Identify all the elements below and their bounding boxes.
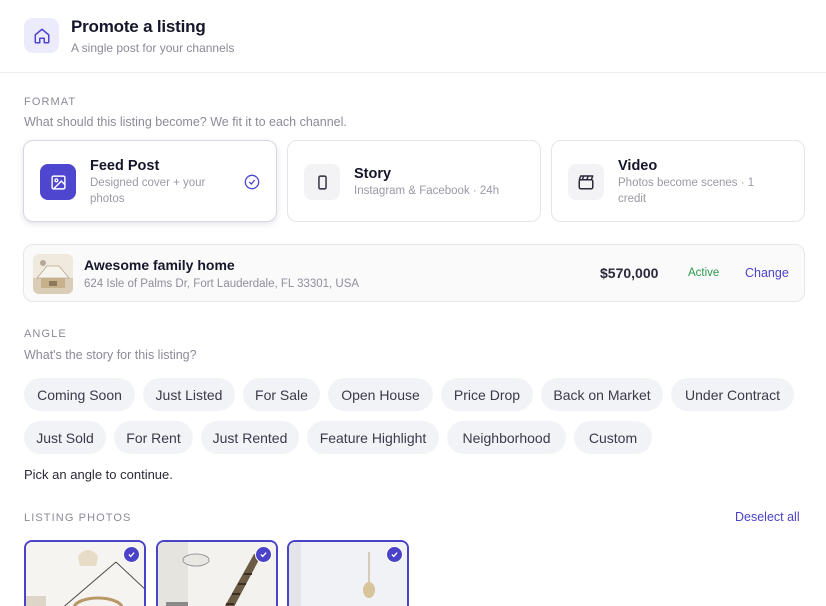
format-option-desc: Designed cover + your xyxy=(90,177,206,189)
check-icon xyxy=(255,546,272,563)
format-option-title: Video xyxy=(618,158,658,174)
format-option-video[interactable]: Video Photos become scenes · 1 credit xyxy=(551,140,805,222)
check-circle-icon xyxy=(244,174,260,195)
listing-address: 624 Isle of Palms Dr, Fort Lauderdale, F… xyxy=(84,278,360,290)
format-option-feed-post[interactable]: Feed Post Designed cover + your photos xyxy=(23,140,277,222)
angle-chip-just-listed[interactable]: Just Listed xyxy=(143,378,235,411)
deselect-all-button[interactable]: Deselect all xyxy=(735,510,800,524)
check-icon xyxy=(123,546,140,563)
listing-photo-3[interactable] xyxy=(287,540,409,606)
home-icon xyxy=(24,18,59,53)
angle-chip-open-house[interactable]: Open House xyxy=(328,378,433,411)
angle-hint: Pick an angle to continue. xyxy=(24,467,173,482)
format-option-story[interactable]: Story Instagram & Facebook · 24h xyxy=(287,140,541,222)
check-icon xyxy=(386,546,403,563)
clapperboard-icon xyxy=(568,164,604,200)
format-option-desc: Instagram & Facebook · 24h xyxy=(354,185,500,197)
dialog-subtitle: A single post for your channels xyxy=(71,41,235,55)
angle-chip-price-drop[interactable]: Price Drop xyxy=(441,378,533,411)
angle-section-help: What's the story for this listing? xyxy=(24,348,197,362)
angle-chip-for-sale[interactable]: For Sale xyxy=(243,378,320,411)
image-icon xyxy=(40,164,76,200)
phone-icon xyxy=(304,164,340,200)
angle-chip-neighborhood[interactable]: Neighborhood xyxy=(447,421,566,454)
format-option-desc-2: credit xyxy=(618,193,647,205)
format-option-desc: Photos become scenes · 1 xyxy=(618,177,755,189)
status-badge: Active xyxy=(688,267,720,279)
angle-chip-under-contract[interactable]: Under Contract xyxy=(671,378,794,411)
format-option-title: Feed Post xyxy=(90,158,160,174)
format-section-label: FORMAT xyxy=(24,96,77,108)
listing-thumbnail xyxy=(33,254,73,294)
change-listing-link[interactable]: Change xyxy=(745,266,789,280)
format-section-help: What should this listing become? We fit … xyxy=(24,115,347,129)
angle-section-label: ANGLE xyxy=(24,328,67,340)
angle-chip-just-rented[interactable]: Just Rented xyxy=(201,421,299,454)
angle-chip-custom[interactable]: Custom xyxy=(574,421,652,454)
angle-chip-for-rent[interactable]: For Rent xyxy=(114,421,193,454)
photos-section-label: LISTING PHOTOS xyxy=(24,512,132,524)
listing-card: Awesome family home 624 Isle of Palms Dr… xyxy=(23,244,805,302)
format-option-title: Story xyxy=(354,166,392,182)
format-option-desc-2: photos xyxy=(90,193,125,205)
angle-chip-feature-highlight[interactable]: Feature Highlight xyxy=(307,421,439,454)
listing-photo-1[interactable] xyxy=(24,540,146,606)
dialog-title: Promote a listing xyxy=(71,17,206,36)
angle-chip-just-sold[interactable]: Just Sold xyxy=(24,421,106,454)
dialog-header: Promote a listing A single post for your… xyxy=(0,0,826,73)
listing-price: $570,000 xyxy=(600,265,659,281)
listing-title: Awesome family home xyxy=(84,257,235,273)
angle-chip-coming-soon[interactable]: Coming Soon xyxy=(24,378,135,411)
listing-photo-2[interactable] xyxy=(156,540,278,606)
angle-chip-back-on-market[interactable]: Back on Market xyxy=(541,378,663,411)
